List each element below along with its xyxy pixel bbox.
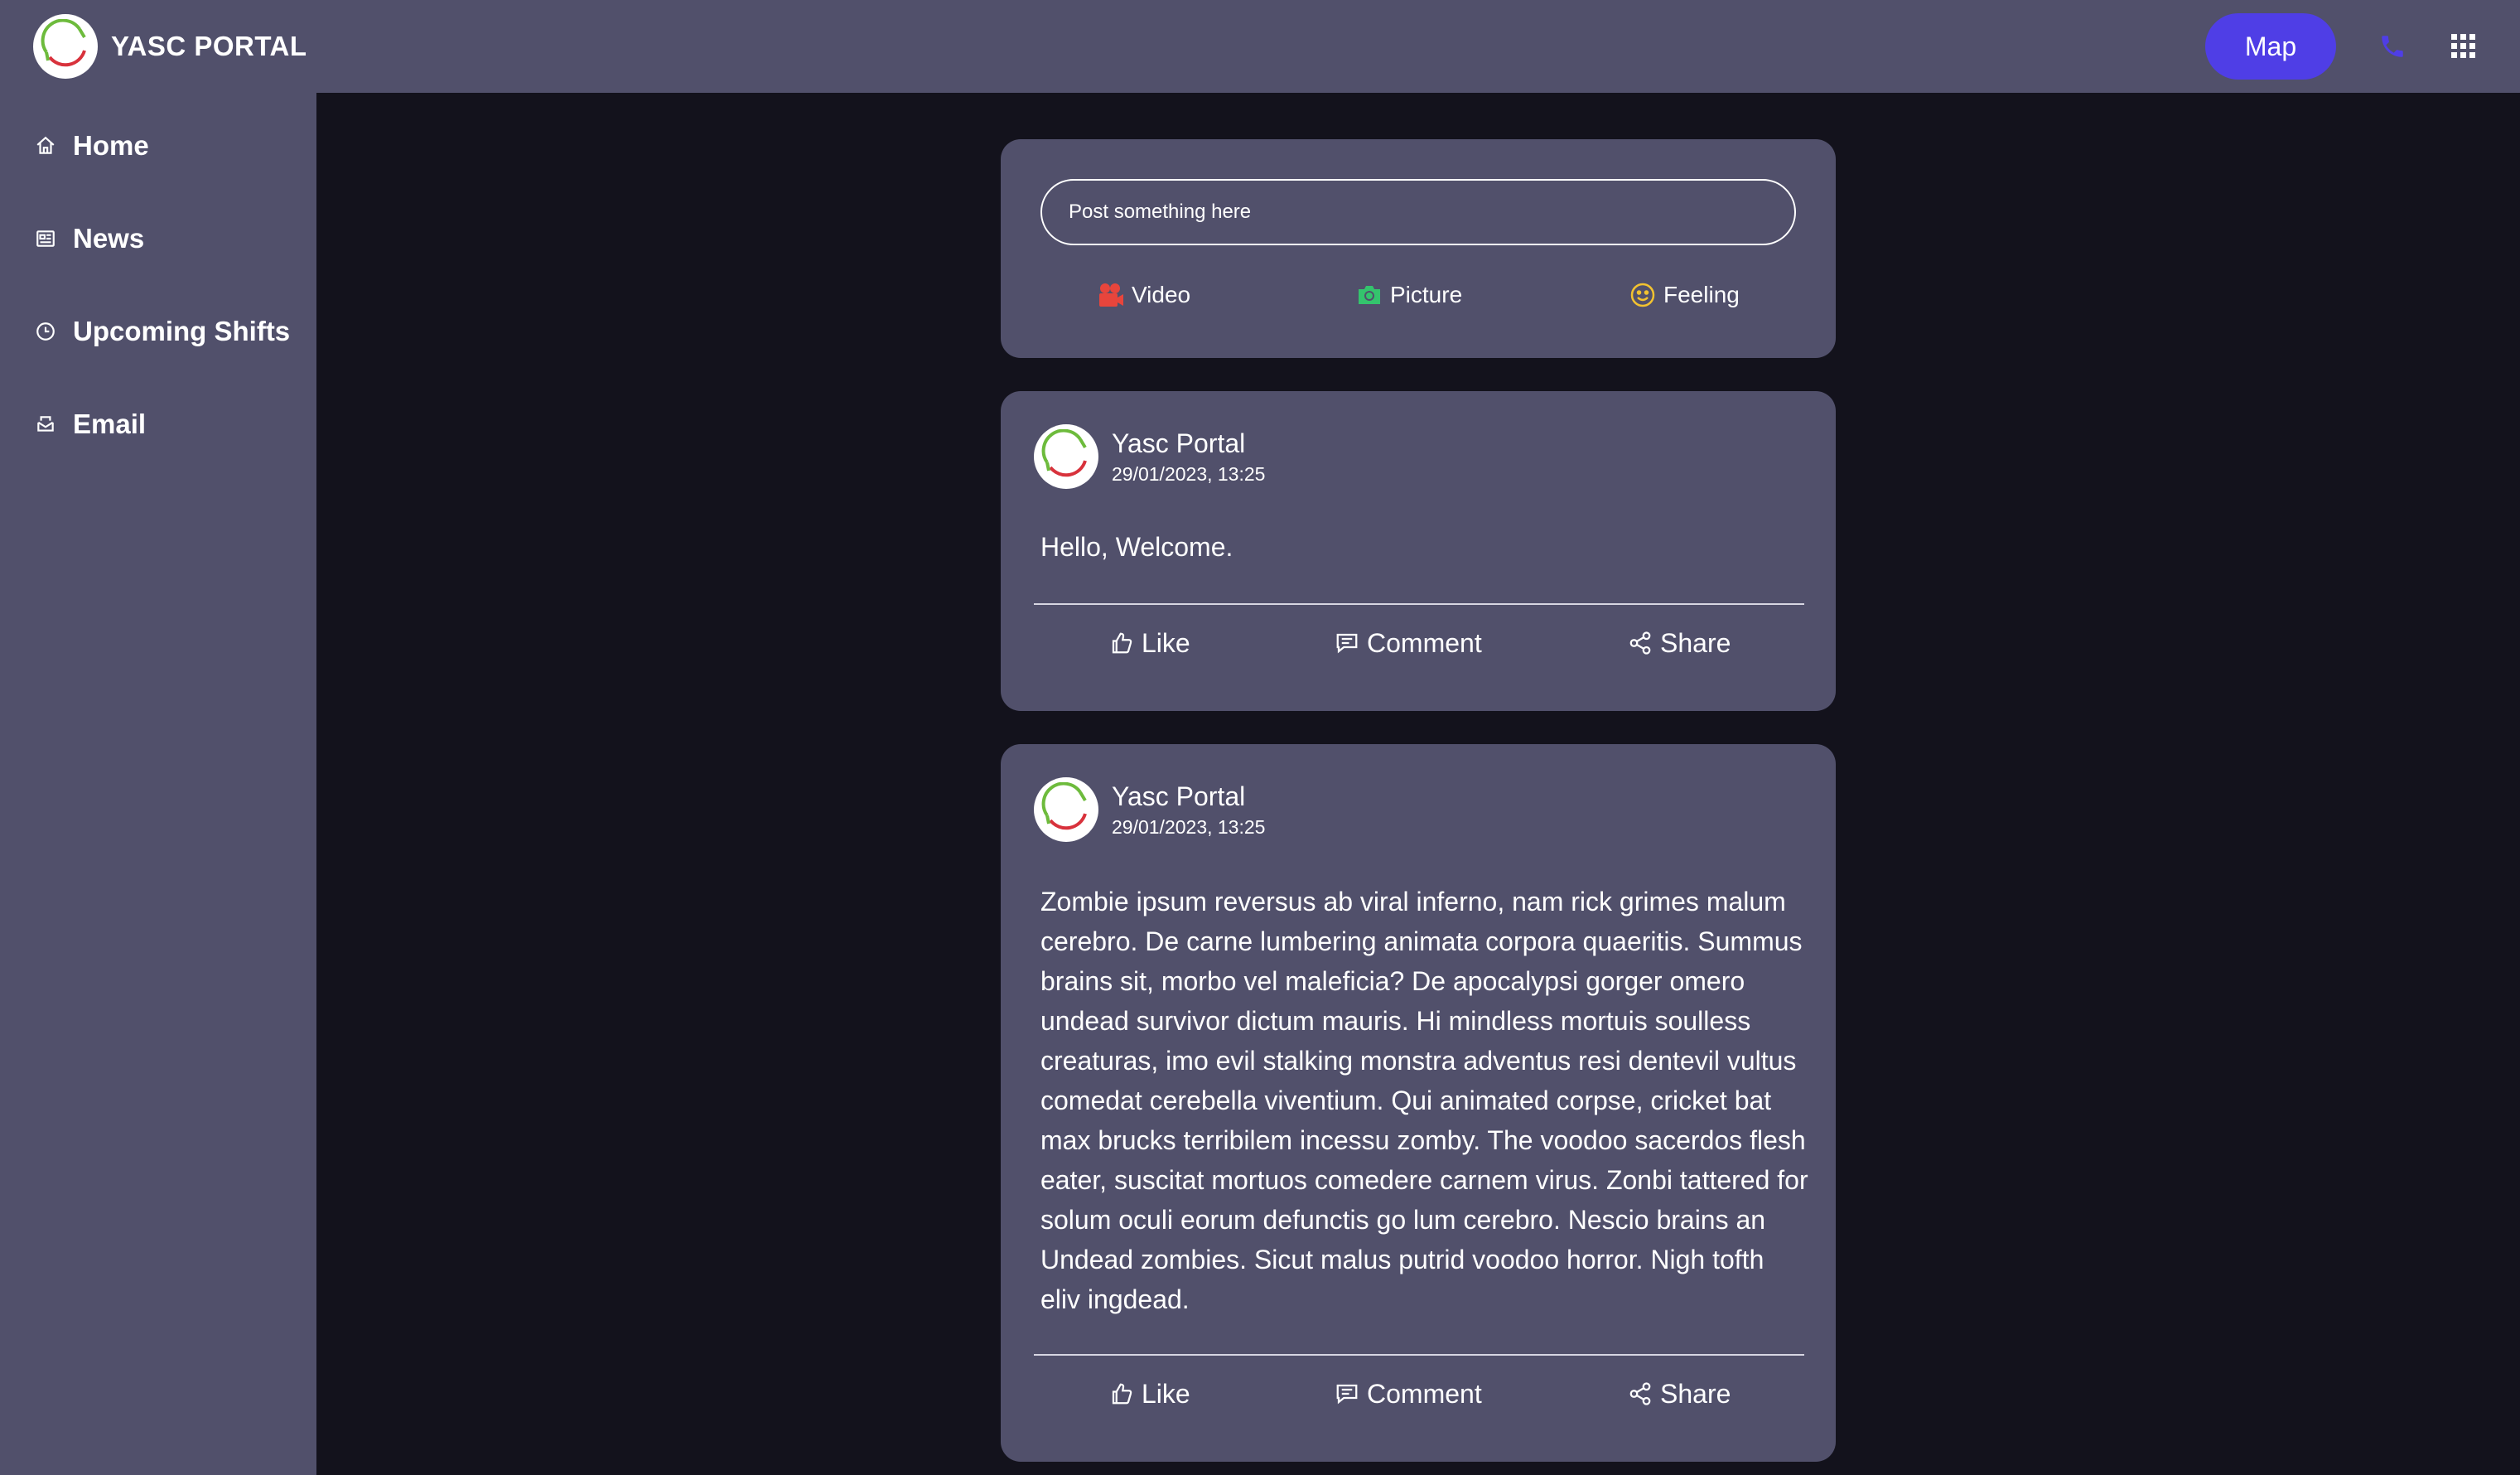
video-button[interactable]: Video — [1097, 278, 1190, 312]
sidebar-item-news[interactable]: News — [33, 215, 144, 262]
post-author[interactable]: Yasc Portal — [1112, 427, 1265, 460]
camera-icon — [1355, 281, 1383, 309]
post-divider — [1034, 603, 1804, 605]
sidebar-item-upcoming-shifts[interactable]: Upcoming Shifts — [33, 308, 290, 355]
comment-button[interactable]: Comment — [1332, 1376, 1482, 1412]
like-button[interactable]: Like — [1107, 625, 1190, 661]
feeling-button[interactable]: Feeling — [1629, 278, 1740, 312]
smiley-icon — [1629, 281, 1657, 309]
composer-card: Video Picture Feeling — [1001, 139, 1836, 358]
share-button[interactable]: Share — [1625, 1376, 1731, 1412]
sidebar: Home News Upcoming Shifts Email — [0, 93, 316, 1475]
share-label: Share — [1660, 627, 1731, 658]
post-timestamp: 29/01/2023, 13:25 — [1112, 463, 1266, 485]
comment-icon — [1332, 628, 1362, 658]
app-logo — [33, 14, 98, 79]
comment-label: Comment — [1367, 1378, 1482, 1409]
comment-label: Comment — [1367, 627, 1482, 658]
top-bar: YASC PORTAL Map — [0, 0, 2520, 93]
like-label: Like — [1142, 627, 1190, 658]
post-body: Zombie ipsum reversus ab viral inferno, … — [1040, 887, 1808, 1314]
share-icon — [1625, 1379, 1655, 1409]
sidebar-item-home[interactable]: Home — [33, 123, 149, 169]
picture-button[interactable]: Picture — [1355, 278, 1462, 312]
share-label: Share — [1660, 1378, 1731, 1409]
like-button[interactable]: Like — [1107, 1376, 1190, 1412]
post-card: Yasc Portal 29/01/2023, 13:25 Hello, Wel… — [1001, 391, 1836, 711]
sidebar-item-label: Upcoming Shifts — [73, 316, 291, 346]
thumbs-up-icon — [1107, 1379, 1137, 1409]
post-body: Hello, Welcome. — [1040, 532, 1233, 562]
sidebar-item-email[interactable]: Email — [33, 401, 146, 447]
clock-icon — [33, 319, 58, 344]
post-input[interactable] — [1040, 179, 1796, 245]
newspaper-icon — [33, 226, 58, 251]
header-actions: Map — [2205, 13, 2480, 80]
post-author[interactable]: Yasc Portal — [1112, 780, 1265, 813]
mail-icon — [33, 412, 58, 437]
like-label: Like — [1142, 1378, 1190, 1409]
post-card: Yasc Portal 29/01/2023, 13:25 Zombie ips… — [1001, 744, 1836, 1462]
brand[interactable]: YASC PORTAL — [33, 14, 307, 79]
avatar[interactable] — [1034, 777, 1098, 842]
comment-icon — [1332, 1379, 1362, 1409]
sidebar-item-label: News — [73, 223, 145, 254]
post-divider — [1034, 1354, 1804, 1356]
sidebar-item-label: Email — [73, 409, 147, 439]
phone-icon[interactable] — [2376, 30, 2409, 63]
share-button[interactable]: Share — [1625, 625, 1731, 661]
feeling-label: Feeling — [1663, 282, 1740, 307]
apps-grid-icon[interactable] — [2447, 30, 2480, 63]
avatar[interactable] — [1034, 424, 1098, 489]
home-icon — [33, 133, 58, 158]
thumbs-up-icon — [1107, 628, 1137, 658]
app-title: YASC PORTAL — [111, 31, 307, 61]
share-icon — [1625, 628, 1655, 658]
author-block: Yasc Portal 29/01/2023, 13:25 — [1112, 780, 1265, 839]
sidebar-item-label: Home — [73, 130, 149, 161]
map-button[interactable]: Map — [2205, 13, 2336, 80]
author-block: Yasc Portal 29/01/2023, 13:25 — [1112, 427, 1265, 486]
comment-button[interactable]: Comment — [1332, 625, 1482, 661]
video-label: Video — [1132, 282, 1191, 307]
post-header: Yasc Portal 29/01/2023, 13:25 — [1034, 424, 1265, 489]
post-timestamp: 29/01/2023, 13:25 — [1112, 816, 1266, 838]
post-header: Yasc Portal 29/01/2023, 13:25 — [1034, 777, 1265, 842]
picture-label: Picture — [1390, 282, 1463, 307]
video-camera-icon — [1097, 281, 1125, 309]
